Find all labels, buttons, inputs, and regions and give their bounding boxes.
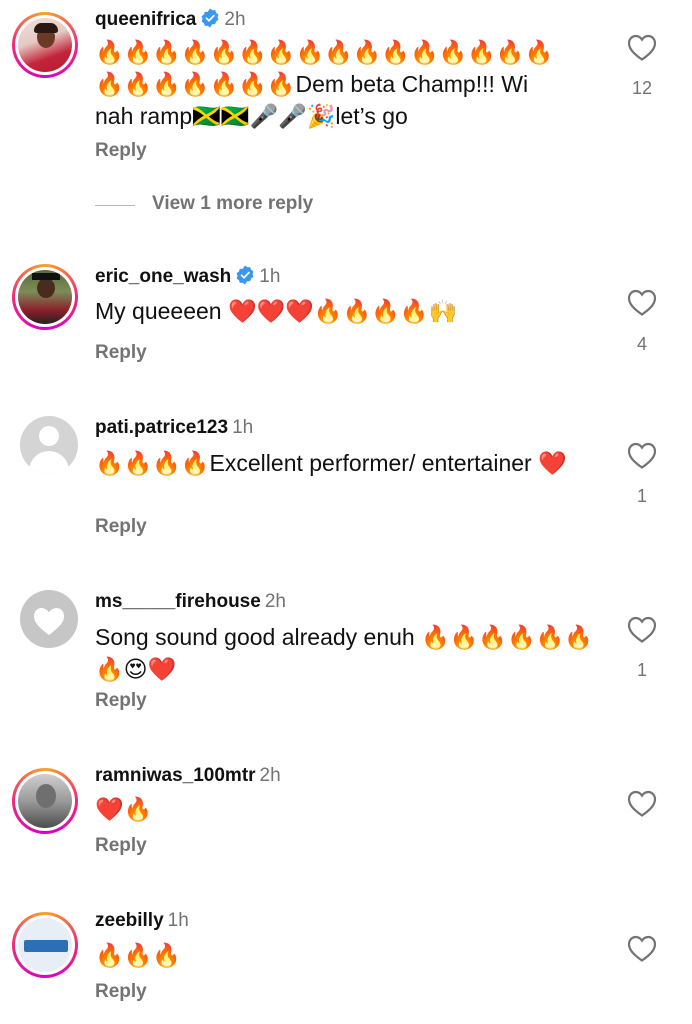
verified-badge-icon xyxy=(201,8,219,28)
heart-outline-icon[interactable] xyxy=(626,440,658,470)
avatar[interactable] xyxy=(12,264,78,330)
avatar[interactable] xyxy=(12,12,78,78)
heart-outline-icon[interactable] xyxy=(626,933,658,963)
timestamp: 2h xyxy=(224,9,246,30)
verified-badge-icon xyxy=(236,265,254,285)
timestamp: 1h xyxy=(167,910,189,931)
comment-header: zeebilly 1h xyxy=(95,909,189,933)
timestamp: 2h xyxy=(264,591,286,612)
comment-header: ms_____firehouse 2h xyxy=(95,590,286,614)
divider-line xyxy=(95,205,135,206)
like-count: 1 xyxy=(636,486,647,506)
reply-button[interactable]: Reply xyxy=(95,140,147,162)
reply-button[interactable]: Reply xyxy=(95,516,147,538)
heart-outline-icon[interactable] xyxy=(626,614,658,644)
comment-text: 🔥🔥🔥🔥🔥🔥🔥🔥🔥🔥🔥🔥🔥🔥🔥🔥🔥🔥🔥🔥🔥🔥🔥Dem beta Champ!!!… xyxy=(95,39,554,129)
reply-button[interactable]: Reply xyxy=(95,835,147,857)
default-avatar-icon[interactable] xyxy=(20,416,78,474)
username[interactable]: queenifrica xyxy=(95,9,196,30)
comment-header: eric_one_wash 1h xyxy=(95,265,280,289)
timestamp: 1h xyxy=(232,417,254,438)
heart-outline-icon[interactable] xyxy=(626,32,658,62)
comment-text: 🔥🔥🔥 xyxy=(95,942,181,968)
default-avatar-icon[interactable] xyxy=(20,590,78,648)
username[interactable]: zeebilly xyxy=(95,910,164,931)
comment-header: pati.patrice123 1h xyxy=(95,416,253,440)
like-count: 4 xyxy=(636,334,647,354)
avatar[interactable] xyxy=(12,912,78,978)
timestamp: 1h xyxy=(259,266,281,287)
comment-header: queenifrica 2h xyxy=(95,8,246,32)
heart-icon xyxy=(34,608,64,635)
comment-text: ❤️🔥 xyxy=(95,796,153,822)
username[interactable]: ms_____firehouse xyxy=(95,591,261,612)
username[interactable]: pati.patrice123 xyxy=(95,417,228,438)
timestamp: 2h xyxy=(259,765,281,786)
avatar[interactable] xyxy=(12,768,78,834)
reply-button[interactable]: Reply xyxy=(95,981,147,1003)
username[interactable]: eric_one_wash xyxy=(95,266,231,287)
comment-text: Song sound good already enuh 🔥🔥🔥🔥🔥🔥🔥😍❤️ xyxy=(95,624,593,682)
view-more-replies-button[interactable]: View 1 more reply xyxy=(152,193,313,215)
heart-outline-icon[interactable] xyxy=(626,287,658,317)
reply-button[interactable]: Reply xyxy=(95,690,147,712)
heart-outline-icon[interactable] xyxy=(626,788,658,818)
like-count: 12 xyxy=(631,78,653,98)
comment-text: My queeeen ❤️❤️❤️🔥🔥🔥🔥🙌 xyxy=(95,298,458,324)
comment-text: 🔥🔥🔥🔥Excellent performer/ entertainer ❤️ xyxy=(95,450,567,476)
username[interactable]: ramniwas_100mtr xyxy=(95,765,256,786)
reply-button[interactable]: Reply xyxy=(95,342,147,364)
comment-header: ramniwas_100mtr 2h xyxy=(95,764,281,788)
like-count: 1 xyxy=(636,660,647,680)
